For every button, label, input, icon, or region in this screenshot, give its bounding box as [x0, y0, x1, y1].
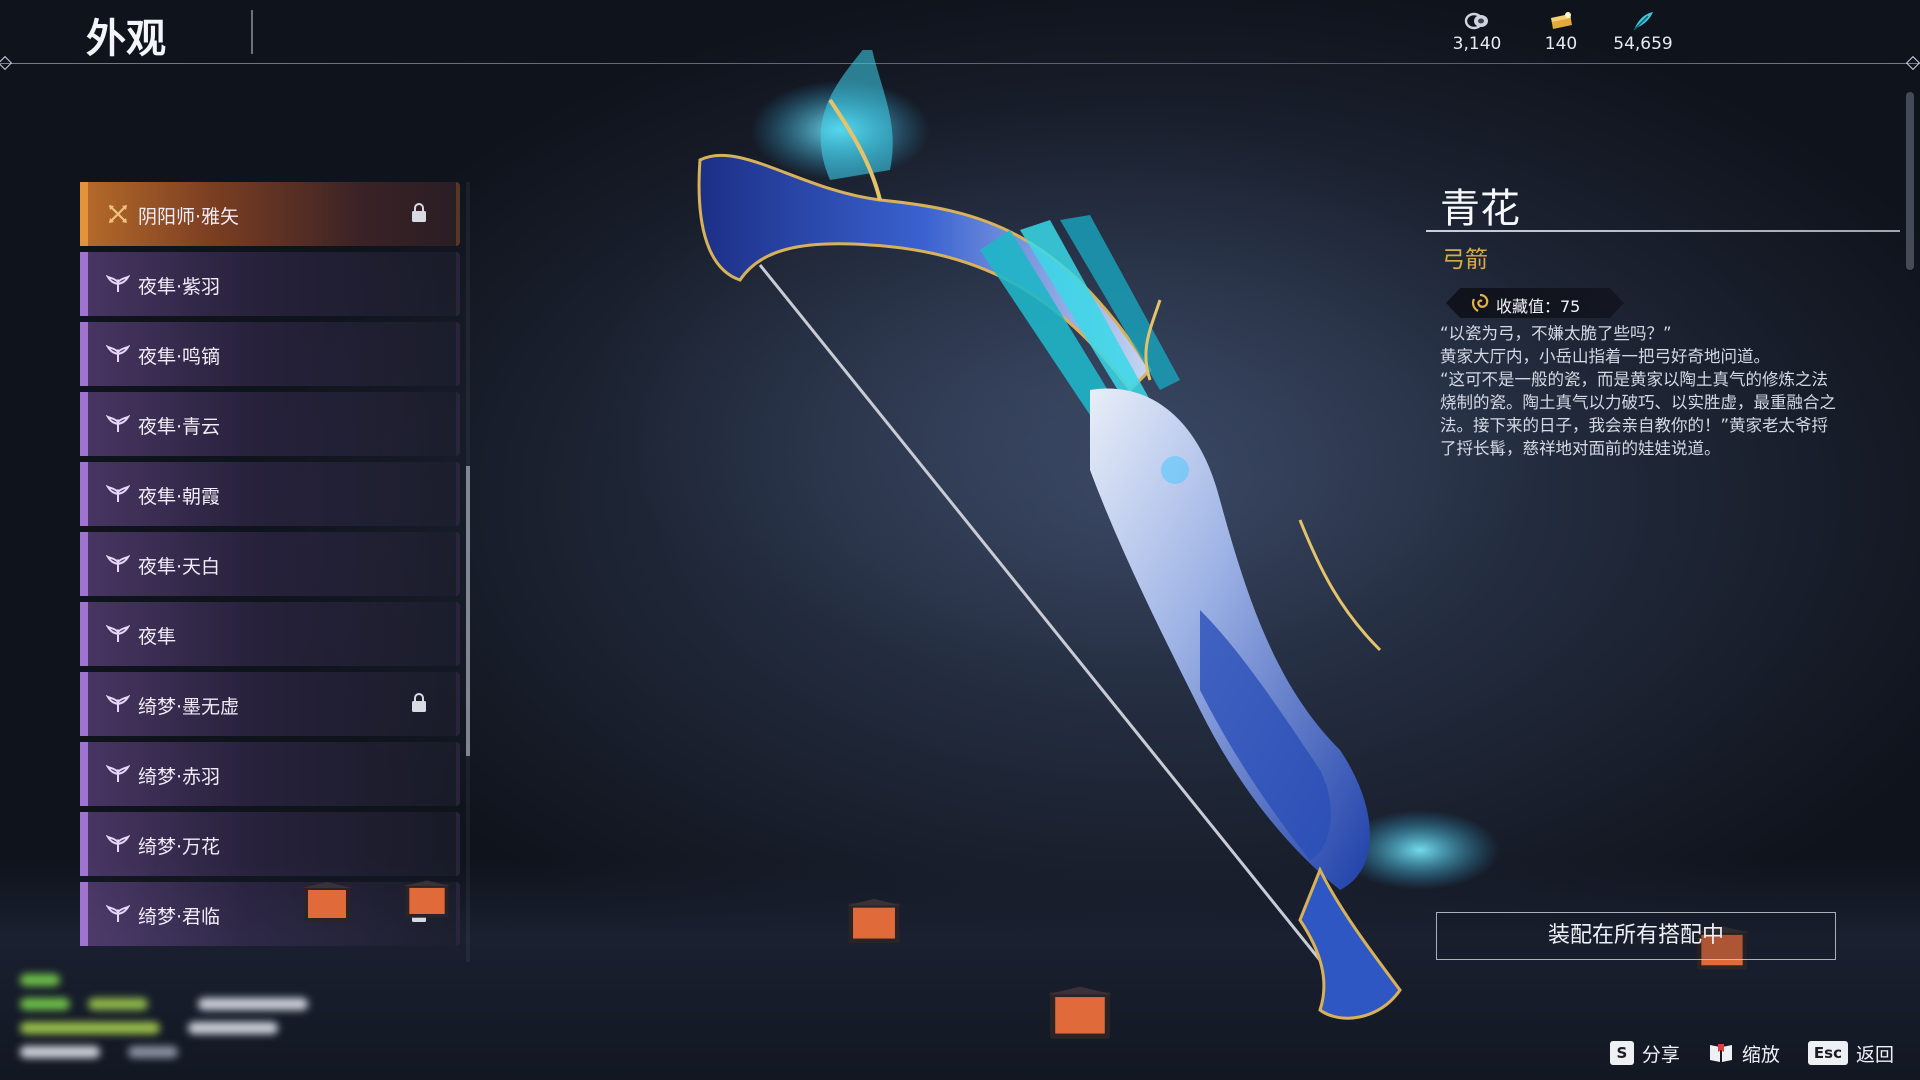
skin-label: 夜隼·朝霞 [138, 486, 221, 508]
description-line: “以瓷为弓，不嫌太脆了些吗？” [1440, 324, 1672, 343]
share-hint[interactable]: S 分享 [1609, 1040, 1680, 1067]
lock-icon [412, 203, 426, 222]
blurred-chat-line [20, 1046, 100, 1058]
skin-list-item[interactable]: 夜隼 [80, 602, 460, 666]
floating-lantern-image [1047, 986, 1113, 1039]
skin-list-item[interactable]: 夜隼·天白 [80, 532, 460, 596]
skin-label: 绮梦·万花 [138, 836, 221, 858]
skin-list-item[interactable]: 绮梦·赤羽 [80, 742, 460, 806]
item-name: 青花 [1440, 186, 1520, 232]
skin-label: 夜隼·青云 [138, 416, 221, 438]
item-name-underline [1426, 230, 1900, 232]
coin-stack-icon [1464, 12, 1488, 30]
skin-list-item[interactable]: 夜隼·青云 [80, 392, 460, 456]
skin-list-item[interactable]: 绮梦·墨无虚 [80, 672, 460, 736]
skin-label: 夜隼 [138, 626, 177, 648]
floating-lantern-image [846, 898, 902, 943]
wings-emblem-icon [106, 904, 130, 922]
collection-swirl-icon [1471, 293, 1489, 312]
skin-label: 阴阳师·雅矢 [138, 206, 240, 228]
currency-feathers: 54,659 [1598, 10, 1688, 54]
esc-key: Esc [1807, 1041, 1848, 1065]
equip-all-outfits-button[interactable]: 装配在所有搭配中 [1436, 912, 1836, 960]
back-label: 返回 [1855, 1043, 1894, 1066]
blurred-chat-line [88, 998, 148, 1010]
description-line: 黄家大厅内，小岳山指着一把弓好奇地问道。 [1440, 347, 1770, 366]
skin-list-item[interactable]: 阴阳师·雅矢 [80, 182, 460, 246]
currency-coins: 3,140 [1432, 10, 1522, 54]
item-type: 弓箭 [1442, 247, 1488, 273]
wings-emblem-icon [106, 414, 130, 432]
skin-label: 绮梦·墨无虚 [138, 696, 240, 718]
share-key: S [1609, 1041, 1634, 1065]
skin-label: 夜隼·天白 [138, 556, 221, 578]
blurred-chat-line [20, 1022, 160, 1034]
chat-overlay [18, 968, 348, 1068]
lock-icon [412, 693, 426, 712]
blurred-chat-line [20, 998, 70, 1010]
wings-emblem-icon [106, 274, 130, 292]
skin-list-item[interactable]: 夜隼·鸣镝 [80, 322, 460, 386]
wings-emblem-icon [106, 624, 130, 642]
skin-label: 夜隼·鸣镝 [138, 346, 221, 368]
list-scrollbar-thumb[interactable] [466, 466, 470, 756]
currency-tickets: 140 [1516, 10, 1606, 54]
blurred-chat-line [198, 998, 308, 1010]
skin-label: 绮梦·君临 [138, 906, 221, 928]
skin-list-item[interactable]: 夜隼·朝霞 [80, 462, 460, 526]
currency-tickets-value: 140 [1544, 34, 1578, 54]
key-hints-bar: S 分享 缩放 Esc 返回 [1609, 1038, 1894, 1068]
page-title: 外观 [86, 16, 166, 62]
floating-lantern-image [403, 880, 451, 918]
book-icon [1709, 1044, 1732, 1062]
collection-value-badge: 收藏值：75 [1446, 288, 1624, 318]
skin-list: 阴阳师·雅矢 夜隼·紫羽 夜隼·鸣镝 夜隼·青云 夜隼·朝霞 夜隼·天白 夜隼 … [80, 182, 460, 962]
wings-emblem-icon [106, 554, 130, 572]
title-divider [251, 10, 253, 54]
wings-emblem-icon [106, 344, 130, 362]
wings-emblem-icon [106, 484, 130, 502]
share-label: 分享 [1641, 1043, 1680, 1066]
wings-emblem-icon [106, 694, 130, 712]
skin-label: 夜隼·紫羽 [138, 276, 221, 298]
skin-label: 绮梦·赤羽 [138, 766, 221, 788]
description-line: “这可不是一般的瓷，而是黄家以陶土真气的修炼之法烧制的瓷。陶土真气以力破巧、以实… [1440, 370, 1836, 458]
skin-list-item[interactable]: 夜隼·紫羽 [80, 252, 460, 316]
crossed-arrows-icon [109, 205, 127, 223]
zoom-label: 缩放 [1741, 1043, 1780, 1066]
back-hint[interactable]: Esc 返回 [1807, 1040, 1894, 1067]
item-description: “以瓷为弓，不嫌太脆了些吗？” 黄家大厅内，小岳山指着一把弓好奇地问道。 “这可… [1440, 322, 1840, 460]
floating-lantern-image [302, 882, 352, 922]
blurred-chat-line [188, 1022, 278, 1034]
collection-value-text: 收藏值：75 [1496, 297, 1581, 316]
wings-emblem-icon [106, 834, 130, 852]
blurred-chat-line [128, 1046, 178, 1058]
feather-icon [1633, 12, 1653, 31]
detail-scrollbar[interactable] [1906, 92, 1914, 270]
wings-emblem-icon [106, 764, 130, 782]
gold-ticket-icon [1551, 12, 1572, 29]
blurred-chat-line [20, 974, 60, 986]
currency-feathers-value: 54,659 [1613, 34, 1673, 54]
zoom-hint[interactable]: 缩放 [1708, 1040, 1780, 1067]
skin-list-item[interactable]: 绮梦·万花 [80, 812, 460, 876]
bow-preview-image[interactable] [680, 50, 1500, 1040]
